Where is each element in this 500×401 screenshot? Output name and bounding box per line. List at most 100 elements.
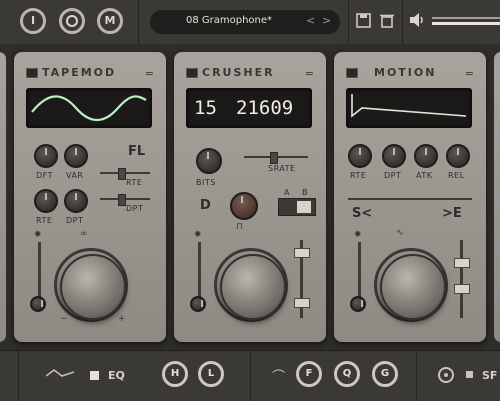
next-preset-button[interactable]: > [322,14,331,27]
fl-label: FL [128,144,146,159]
var-knob[interactable] [64,144,88,168]
dpt-knob[interactable] [64,189,88,213]
rte-knob[interactable] [348,144,372,168]
plus-label: + [118,314,126,324]
h-knob[interactable]: H [162,361,188,387]
output-fader-cap[interactable] [294,298,310,308]
sf-label: SF [482,369,498,382]
main-knob[interactable] [220,254,286,320]
mode-knob[interactable] [230,192,258,220]
speaker-icon[interactable] [410,13,426,31]
fader-knob[interactable] [190,296,206,312]
dpt-knob[interactable] [382,144,406,168]
curve-icon[interactable] [45,366,75,384]
atk-knob[interactable] [414,144,438,168]
bottom-toolbar: EQ H L ⌒ F Q G SF [0,350,500,401]
module-edge-left [0,52,6,342]
module-header: CRUSHER = [174,64,326,82]
dpt-slider-handle[interactable] [118,194,126,206]
mix-fader[interactable] [358,242,361,304]
dpt-label: DPT [384,171,402,180]
output-fader-cap[interactable] [454,284,470,294]
envelope-display [346,88,472,128]
module-title: MOTION [374,66,437,79]
fader-knob[interactable] [350,296,366,312]
bits-knob[interactable] [196,148,222,174]
power-led[interactable] [186,68,198,78]
output-fader-cap[interactable] [454,258,470,268]
dft-label: DFT [36,171,54,180]
module-menu-button[interactable]: = [145,67,154,80]
divider [348,0,349,44]
rte-slider-label: RTE [126,178,143,187]
a-label: A [284,188,290,197]
divider [138,0,139,44]
waveform-display [26,88,152,128]
b-label: B [302,188,308,197]
wave-icon: ⊓ [236,222,244,232]
atk-label: ATK [416,171,433,180]
main-knob[interactable] [60,254,126,320]
rte-knob[interactable] [34,189,58,213]
value-display: 15 21609 [186,88,312,128]
dpt-slider-label: DPT [126,204,144,213]
preset-name: 08 Gramophone* [186,15,273,26]
module-menu-button[interactable]: = [465,67,474,80]
prev-preset-button[interactable]: < [306,14,315,27]
srate-value: 21609 [236,97,294,119]
srate-label: SRATE [268,164,296,173]
l-knob[interactable]: L [198,361,224,387]
toggle-square[interactable] [466,371,473,378]
crusher-module: CRUSHER = 15 21609 BITS SRATE D A B ✹ ⊓ [174,52,326,342]
rel-label: REL [448,171,465,180]
fader-knob[interactable] [30,296,46,312]
q-knob[interactable]: Q [334,361,360,387]
io-button[interactable]: I [20,8,46,34]
main-knob[interactable] [380,254,446,320]
module-menu-button[interactable]: = [305,67,314,80]
output-fader-cap[interactable] [294,248,310,258]
range-slider[interactable] [348,198,472,200]
rel-knob[interactable] [446,144,470,168]
minus-label: − [60,314,68,324]
wave-icon: ∿ [396,228,404,238]
module-header: MOTION = [334,64,486,82]
module-title: CRUSHER [202,66,275,79]
output-fader[interactable] [460,240,463,318]
preset-selector[interactable]: 08 Gramophone* < > [150,10,340,34]
dft-knob[interactable] [34,144,58,168]
bits-value: 15 [194,97,217,119]
ab-switch-handle [297,201,311,213]
srate-slider-handle[interactable] [270,152,278,164]
rte-label: RTE [350,171,367,180]
rte-slider-handle[interactable] [118,168,126,180]
gear-icon: ✹ [354,230,362,240]
ring-button[interactable] [59,8,85,34]
ab-switch[interactable] [278,198,316,216]
divider [250,351,251,401]
save-icon[interactable] [356,13,371,32]
g-knob[interactable]: G [372,361,398,387]
tapemod-module: TAPEMOD = DFT VAR RTE DPT FL RTE DPT ✹ ∞… [14,52,166,342]
power-led[interactable] [26,68,38,78]
arc-icon: ⌒ [272,370,286,385]
mix-fader[interactable] [198,242,201,304]
power-led[interactable] [346,68,358,78]
module-title: TAPEMOD [42,66,117,79]
ring-icon [66,15,78,27]
trash-icon[interactable] [380,13,394,32]
eq-toggle[interactable] [90,371,99,380]
f-knob[interactable]: F [296,361,322,387]
gear-icon: ✹ [34,230,42,240]
m-button[interactable]: M [97,8,123,34]
volume-slider[interactable] [432,22,500,25]
bits-label: BITS [196,178,216,187]
volume-track [432,17,500,19]
start-label: S< [352,206,373,221]
motion-module: MOTION = RTE DPT ATK REL S< >E ✹ ∿ [334,52,486,342]
end-label: >E [442,206,462,221]
gear-icon: ✹ [194,230,202,240]
mix-fader[interactable] [38,242,41,304]
eq-label: EQ [108,369,125,382]
target-icon[interactable] [438,367,454,383]
